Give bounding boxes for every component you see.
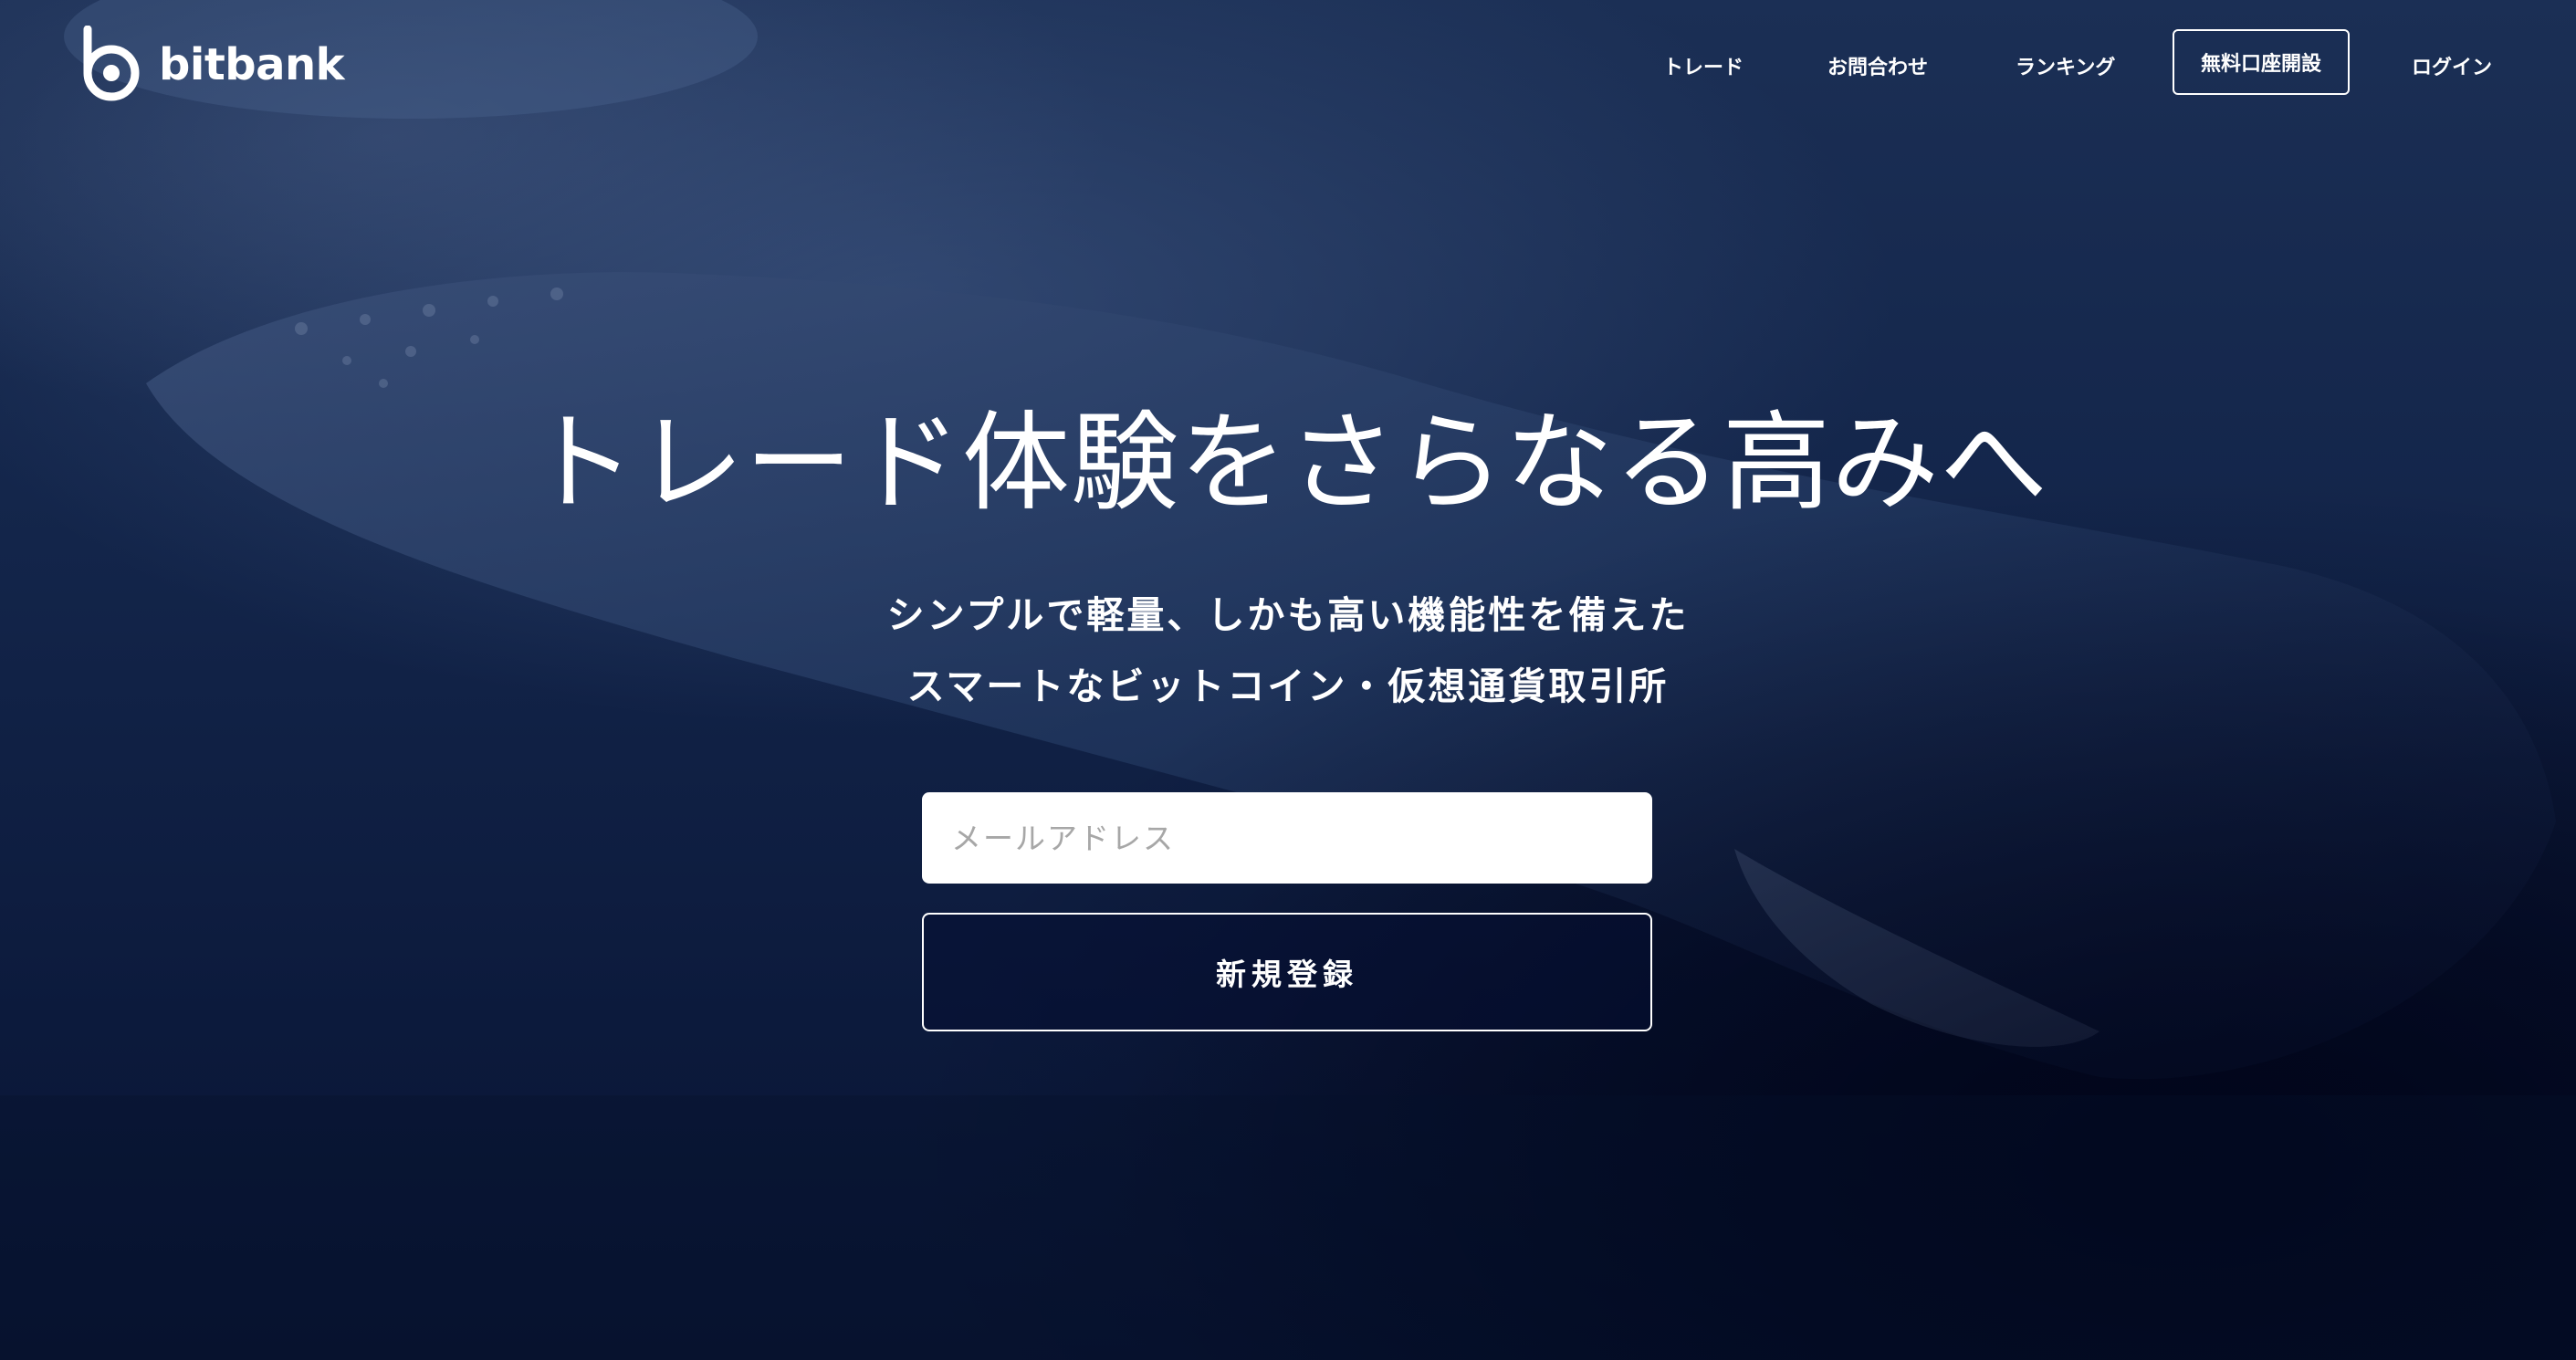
- hero-subline-2: スマートなビットコイン・仮想通貨取引所: [906, 664, 1670, 708]
- email-input[interactable]: [922, 792, 1652, 884]
- brand-name: bitbank: [159, 39, 345, 90]
- brand-logo[interactable]: bitbank: [77, 26, 345, 104]
- nav-ranking-link[interactable]: ランキング: [2016, 51, 2115, 80]
- hero-headline: トレード体験をさらなる高みへ: [527, 400, 2048, 526]
- open-account-button[interactable]: 無料口座開設: [2173, 29, 2350, 95]
- nav-login-link[interactable]: ログイン: [2412, 51, 2492, 80]
- open-account-label: 無料口座開設: [2200, 53, 2321, 76]
- nav-contact-link[interactable]: お問合わせ: [1827, 51, 1928, 80]
- nav-trade-link[interactable]: トレード: [1663, 51, 1744, 80]
- hero-subline-1: シンプルで軽量、しかも高い機能性を備えた: [886, 593, 1690, 637]
- bitbank-logo-icon: [83, 26, 140, 101]
- signup-button[interactable]: 新規登録: [922, 913, 1652, 1031]
